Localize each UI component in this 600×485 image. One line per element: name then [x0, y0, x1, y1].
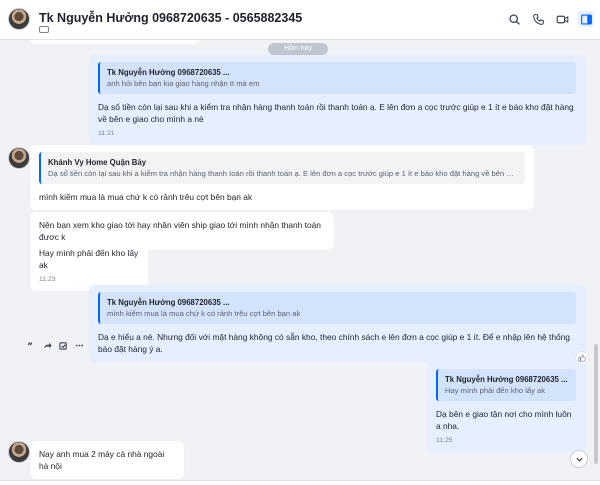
quoted-sender: Khánh Vy Home Quận Bảy [48, 158, 147, 167]
message-text: Dạ số tiền còn lại sau khi a kiểm tra nh… [98, 102, 574, 124]
quote-reply-icon[interactable]: ” [26, 340, 36, 350]
message-list[interactable]: Hôm nay Tk Nguyễn Hưởng 0968720635 ... a… [0, 40, 600, 480]
contact-avatar[interactable] [8, 8, 30, 30]
quoted-text: Dạ số tiền còn lại sau khi a kiểm tra nh… [48, 169, 518, 178]
chat-header: Tk Nguyễn Hưởng 0968720635 - 0565882345 [0, 0, 600, 40]
message-time: 11:25 [436, 437, 453, 444]
quoted-text: mình kiếm mua là mua chứ k có rảnh trêu … [107, 309, 301, 318]
search-icon[interactable] [506, 11, 522, 27]
video-call-icon[interactable] [554, 11, 570, 27]
message-text: Dạ e hiểu a nè. Nhưng đối với mặt hàng k… [98, 332, 570, 354]
quoted-message[interactable]: Tk Nguyễn Hưởng 0968720635 ... mình kiếm… [98, 292, 576, 324]
scroll-to-bottom-button[interactable] [570, 450, 588, 468]
conversation-title[interactable]: Tk Nguyễn Hưởng 0968720635 - 0565882345 [39, 11, 302, 25]
phone-icon[interactable] [530, 11, 546, 27]
scrollbar-thumb[interactable] [594, 344, 598, 464]
quoted-message[interactable]: Khánh Vy Home Quận Bảy Dạ số tiền còn lạ… [39, 152, 525, 184]
message-text: Hay mình phải đến kho lấy ak [39, 248, 139, 270]
quoted-message[interactable]: Tk Nguyễn Hưởng 0968720635 ... Hay mình … [436, 369, 576, 401]
message-bubble-received[interactable]: Khánh Vy Home Quận Bảy Dạ số tiền còn lạ… [30, 145, 534, 210]
scrollbar[interactable] [594, 44, 598, 474]
more-icon[interactable] [74, 340, 84, 350]
message-bubble-received[interactable]: Hay mình phải đến kho lấy ak 11:23 [30, 240, 148, 291]
message-bubble-sent[interactable]: Tk Nguyễn Hưởng 0968720635 ... Hay mình … [427, 362, 585, 452]
message-bubble-partial[interactable] [30, 40, 200, 44]
message-text: mình kiếm mua là mua chứ k có rảnh trêu … [39, 192, 253, 202]
message-text: Nay anh mua 2 máy cả nhà ngoài hà nội [39, 449, 165, 471]
date-separator: Hôm nay [268, 43, 328, 55]
message-bubble-received[interactable]: Nay anh mua 2 máy cả nhà ngoài hà nội [30, 441, 184, 479]
header-actions [506, 11, 594, 27]
quoted-message[interactable]: Tk Nguyễn Hưởng 0968720635 ... anh hỏi b… [98, 62, 576, 94]
svg-text:”: ” [27, 342, 33, 350]
composer-toolbar[interactable] [0, 480, 600, 485]
conversation-info-icon[interactable] [578, 11, 594, 27]
message-time: 11:23 [39, 276, 56, 283]
quoted-text: Hay mình phải đến kho lấy ak [445, 386, 546, 395]
message-text: Dạ bên e giao tận nơi cho mình luôn a nh… [436, 409, 572, 431]
message-time: 11:21 [98, 130, 115, 137]
message-bubble-sent[interactable]: Tk Nguyễn Hưởng 0968720635 ... anh hỏi b… [89, 55, 585, 145]
todo-icon[interactable] [58, 340, 68, 350]
sender-avatar[interactable] [8, 441, 30, 463]
quoted-sender: Tk Nguyễn Hưởng 0968720635 ... [107, 298, 230, 307]
quoted-sender: Tk Nguyễn Hưởng 0968720635 ... [445, 375, 568, 384]
message-bubble-sent[interactable]: Tk Nguyễn Hưởng 0968720635 ... mình kiếm… [89, 285, 585, 362]
chevron-down-icon [575, 457, 583, 462]
message-actions: ” [26, 340, 84, 350]
label-tag-icon[interactable] [39, 26, 49, 33]
forward-icon[interactable] [42, 340, 52, 350]
sender-avatar[interactable] [8, 147, 30, 169]
quoted-text: anh hỏi bên bạn kia giao hàng nhận tt mà… [107, 79, 260, 88]
quoted-sender: Tk Nguyễn Hưởng 0968720635 ... [107, 68, 230, 77]
